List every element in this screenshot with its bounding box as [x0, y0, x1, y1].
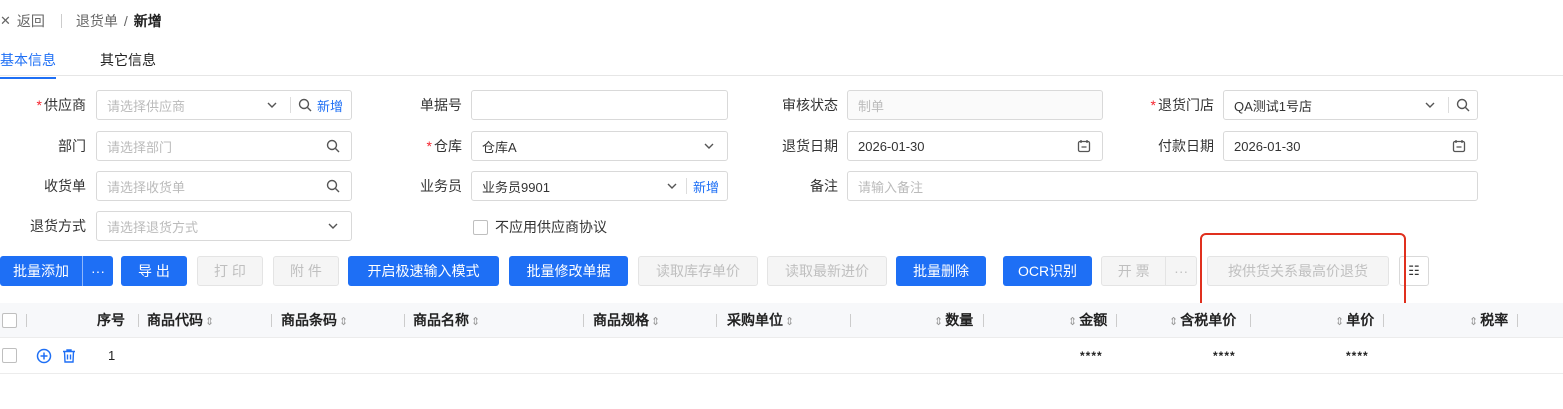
export-button[interactable]: 导 出 [121, 256, 187, 286]
breadcrumb-parent[interactable]: 退货单 [76, 11, 118, 31]
doc-no-label: 单据号 [420, 97, 462, 113]
payment-date-picker[interactable]: 2026-01-30 [1223, 131, 1478, 161]
chevron-down-icon [664, 178, 680, 194]
sort-icon: ⇕ [785, 316, 795, 328]
warehouse-label: * 仓库 [426, 138, 462, 154]
chevron-down-icon [264, 97, 280, 113]
department-select[interactable]: 请选择部门 [96, 131, 352, 161]
breadcrumb-slash: / [123, 13, 128, 29]
calendar-icon[interactable] [1076, 138, 1092, 154]
search-icon[interactable] [1455, 97, 1471, 113]
payment-date-label: 付款日期 [1158, 138, 1214, 154]
return-method-select[interactable]: 请选择退货方式 [96, 211, 352, 241]
tab-basic-info[interactable]: 基本信息 [0, 50, 56, 79]
sort-icon: ⇕ [205, 316, 215, 328]
search-icon[interactable] [297, 97, 313, 113]
salesperson-select[interactable]: 业务员9901 新增 [471, 171, 728, 201]
search-icon[interactable] [325, 178, 341, 194]
sort-icon: ⇕ [651, 316, 661, 328]
ocr-button[interactable]: OCR识别 [1003, 256, 1092, 286]
sort-icon: ⇕ [1169, 316, 1179, 328]
print-button[interactable]: 打 印 [197, 256, 263, 286]
sort-icon: ⇕ [1335, 316, 1345, 328]
chevron-down-icon [1422, 97, 1438, 113]
cell-amount: **** [1080, 349, 1103, 363]
read-latest-price-button[interactable]: 读取最新进价 [767, 256, 887, 286]
quick-input-mode-button[interactable]: 开启极速输入模式 [348, 256, 499, 286]
page-title: 新增 [133, 13, 162, 29]
cell-price: **** [1346, 349, 1369, 363]
header-price[interactable]: ⇕ 单价 [1333, 303, 1374, 338]
audit-status-label: 审核状态 [782, 97, 838, 113]
cell-seq: 1 [108, 348, 116, 363]
audit-status-field: 制单 [847, 90, 1103, 120]
chevron-down-icon [701, 138, 717, 154]
attachment-button[interactable]: 附 件 [273, 256, 339, 286]
search-icon[interactable] [325, 138, 341, 154]
invoice-button[interactable]: 开 票 ··· [1101, 256, 1197, 286]
return-method-label: 退货方式 [30, 218, 86, 234]
row-checkbox[interactable] [2, 348, 17, 363]
batch-modify-button[interactable]: 批量修改单据 [509, 256, 628, 286]
header-qty[interactable]: ⇕ 数量 [932, 303, 973, 338]
remark-label: 备注 [810, 178, 838, 194]
supplier-add-link[interactable]: 新增 [317, 96, 343, 115]
tab-bar: 基本信息 其它信息 [0, 46, 1563, 79]
batch-add-button[interactable]: 批量添加 ··· [0, 256, 113, 286]
sort-icon: ⇕ [934, 316, 944, 328]
return-date-label: 退货日期 [782, 138, 838, 154]
return-store-label: * 退货门店 [1150, 97, 1214, 113]
header-unit[interactable]: 采购单位 ⇕ [727, 303, 796, 338]
remark-input[interactable]: 请输入备注 [847, 171, 1478, 201]
header-name[interactable]: 商品名称 ⇕ [413, 303, 482, 338]
receipt-select[interactable]: 请选择收货单 [96, 171, 352, 201]
header-spec[interactable]: 商品规格 ⇕ [593, 303, 662, 338]
select-all-checkbox[interactable] [2, 313, 17, 328]
divider [60, 14, 62, 28]
add-row-icon[interactable] [36, 348, 52, 367]
header-amount[interactable]: ⇕ 金额 [1066, 303, 1107, 338]
read-stock-price-button[interactable]: 读取库存单价 [638, 256, 758, 286]
table-row: 1 **** **** **** [0, 338, 1563, 374]
invoice-more-button[interactable]: ··· [1166, 263, 1196, 279]
doc-no-input[interactable] [471, 90, 728, 120]
chevron-down-icon [325, 218, 341, 234]
batch-add-more-button[interactable]: ··· [82, 256, 113, 286]
salesperson-label: 业务员 [420, 178, 462, 194]
header-tax-price[interactable]: ⇕ 含税单价 [1167, 303, 1236, 338]
receipt-label: 收货单 [44, 178, 86, 194]
delete-row-icon[interactable] [61, 348, 77, 367]
header-tax-rate[interactable]: ⇕ 税率 [1467, 303, 1508, 338]
header-seq: 序号 [97, 312, 125, 328]
tab-other-info[interactable]: 其它信息 [100, 50, 156, 70]
header-code[interactable]: 商品代码 ⇕ [147, 303, 216, 338]
sort-icon: ⇕ [1068, 316, 1078, 328]
cell-tax-price: **** [1213, 349, 1236, 363]
highlight-annotation [1200, 233, 1406, 310]
table-header: 序号 商品代码 ⇕ 商品条码 ⇕ 商品名称 ⇕ 商品规格 ⇕ 采购单位 ⇕ ⇕ 数量 ⇕ 金额… [0, 303, 1563, 338]
supplier-label: * 供应商 [36, 97, 86, 113]
batch-delete-button[interactable]: 批量删除 [896, 256, 986, 286]
sort-icon: ⇕ [339, 316, 349, 328]
return-store-select[interactable]: QA测试1号店 [1223, 90, 1478, 120]
warehouse-select[interactable]: 仓库A [471, 131, 728, 161]
no-supplier-agreement-checkbox[interactable]: 不应用供应商协议 [473, 217, 607, 237]
checkbox[interactable] [473, 219, 488, 235]
salesperson-add-link[interactable]: 新增 [693, 177, 719, 196]
supplier-select[interactable]: 请选择供应商 新增 [96, 90, 352, 120]
department-label: 部门 [58, 138, 86, 154]
breadcrumb: ✕ 返回 退货单 / 新增 [0, 12, 162, 30]
header-barcode[interactable]: 商品条码 ⇕ [281, 303, 350, 338]
close-icon: ✕ [0, 13, 11, 28]
back-link[interactable]: ✕ 返回 [0, 11, 45, 31]
return-date-picker[interactable]: 2026-01-30 [847, 131, 1103, 161]
sort-icon: ⇕ [1469, 316, 1479, 328]
calendar-icon[interactable] [1451, 138, 1467, 154]
sort-icon: ⇕ [471, 316, 481, 328]
